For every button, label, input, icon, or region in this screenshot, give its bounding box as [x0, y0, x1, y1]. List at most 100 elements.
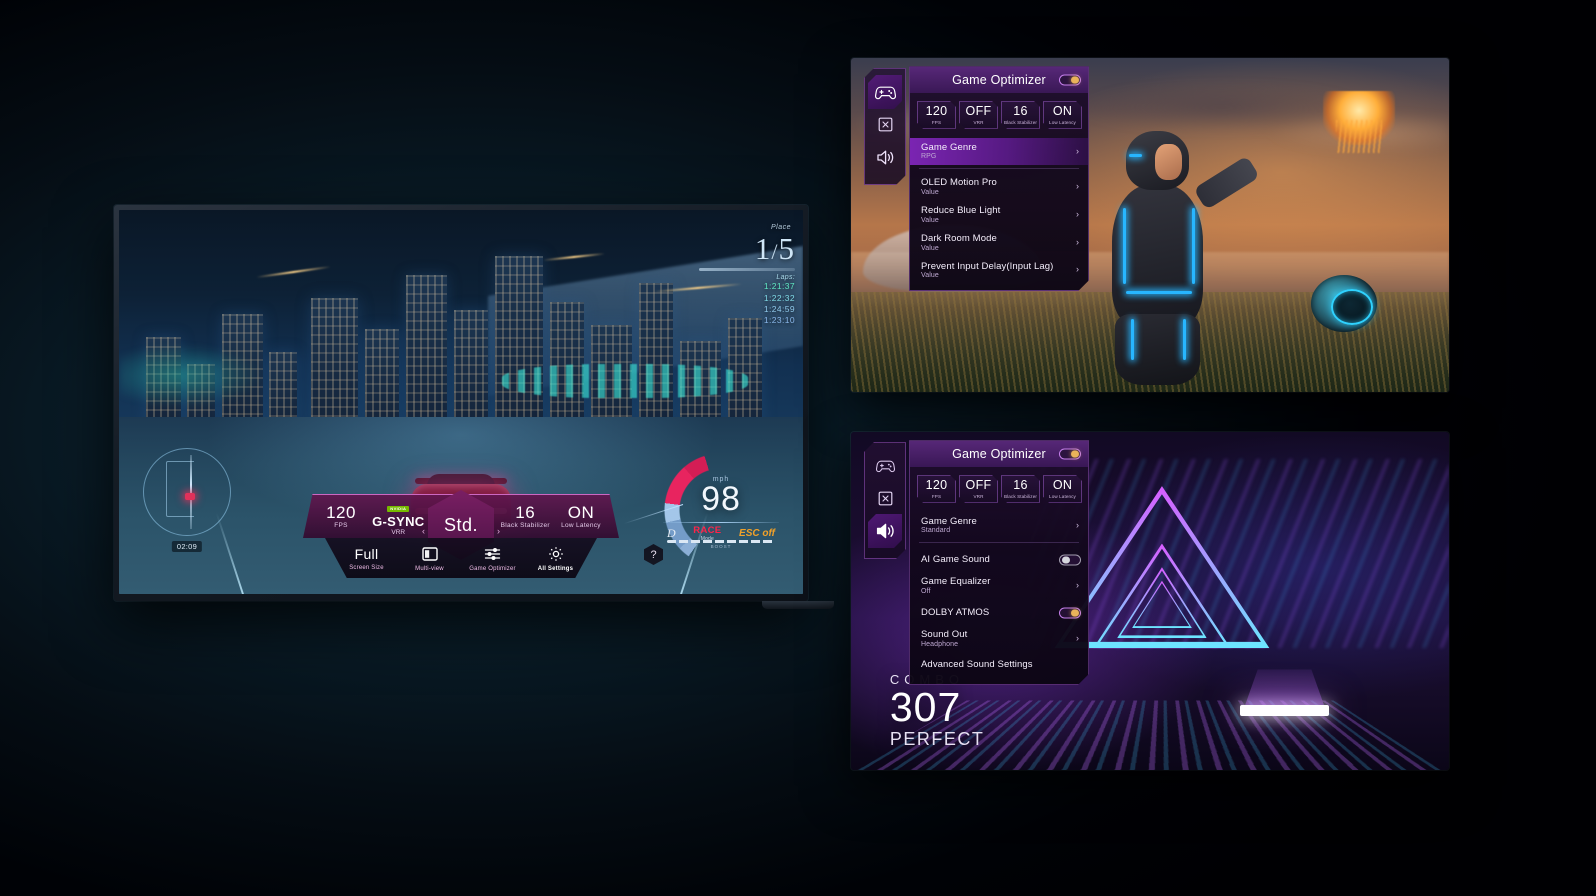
menu-item-dolby-atmos[interactable]: DOLBY ATMOS [910, 600, 1088, 625]
page-root: Place 1/5 Laps: 1:21:37 1:22:32 1:24:59 … [0, 0, 1596, 896]
chip-vrr-label: VRR [973, 119, 984, 125]
chip-fps-value: 120 [925, 104, 948, 118]
place-total: 5 [778, 231, 795, 266]
place-label: Place [770, 224, 791, 231]
rail-sound-button[interactable] [868, 140, 902, 174]
lap-time: 1:24:59 [763, 303, 795, 314]
menu-item-advanced-sound-settings[interactable]: Advanced Sound Settings [910, 653, 1088, 678]
rail-sound-button[interactable] [868, 514, 902, 548]
game-optimizer-menu: Game Optimizer 120 FPS OFF VRR 16 Black … [909, 66, 1089, 291]
lap-time: 1:21:37 [763, 281, 795, 292]
screen-size-button[interactable]: Full Screen Size [339, 546, 395, 571]
menu-item-reduce-blue-light[interactable]: Reduce Blue Light Value › [910, 201, 1088, 229]
dolby-atmos-toggle[interactable] [1059, 607, 1081, 618]
gb-ll-value: ON [567, 502, 595, 522]
chip-ll-label: Low Latency [1049, 493, 1076, 499]
chevron-right-icon: › [1076, 580, 1079, 591]
menu-item-title: OLED Motion Pro [921, 177, 997, 189]
chip-fps-label: FPS [931, 493, 942, 499]
chevron-right-icon: › [1076, 633, 1079, 643]
hud-divider [699, 268, 795, 272]
menu-divider [919, 168, 1079, 169]
game-bar: 120 FPS NVIDIA G-SYNC VRR 16 Black Stabi… [303, 490, 663, 580]
screen-size-value: Full [354, 545, 379, 562]
speaker-icon [876, 149, 895, 166]
gamepad-icon [876, 459, 895, 473]
menu-item-title: DOLBY ATMOS [921, 606, 990, 618]
nvidia-badge: NVIDIA [387, 505, 410, 512]
chip-fps[interactable]: 120 FPS [917, 475, 956, 503]
rail-picture-button[interactable] [875, 488, 896, 509]
drive-mode-value: RACE [693, 525, 722, 536]
fire-jellyfish [1323, 91, 1396, 145]
chevron-right-icon: › [1076, 519, 1079, 530]
status-chip-row: 120 FPS OFF VRR 16 Black Stabilizer ON L… [910, 467, 1088, 512]
chip-vrr-label: VRR [973, 493, 984, 499]
chip-fps[interactable]: 120 FPS [917, 101, 956, 129]
chevron-right-icon: › [1076, 209, 1079, 219]
neon-guardrail [502, 363, 749, 399]
chip-black-stabilizer[interactable]: 16 Black Stabilizer [1001, 101, 1040, 129]
game-optimizer-toggle[interactable] [1059, 75, 1081, 86]
menu-item-subtitle: Value [921, 244, 939, 252]
minimap: 02:09 [143, 448, 231, 552]
rail-picture-button[interactable] [875, 114, 896, 135]
menu-item-oled-motion-pro[interactable]: OLED Motion Pro Value › [910, 173, 1088, 201]
picture-mode-next-arrow[interactable]: › [497, 526, 500, 536]
menu-item-game-genre[interactable]: Game Genre RPG › [910, 138, 1088, 166]
game-optimizer-button[interactable]: Game Optimizer [465, 545, 521, 572]
gb-vrr: NVIDIA G-SYNC VRR [372, 497, 424, 536]
gb-black-stabilizer: 16 Black Stabilizer [501, 502, 550, 529]
picture-mode-prev-arrow[interactable]: ‹ [422, 526, 425, 536]
chip-black-stabilizer[interactable]: 16 Black Stabilizer [1001, 475, 1040, 503]
chevron-right-icon: › [1076, 236, 1079, 247]
screen-size-label: Screen Size [349, 564, 384, 571]
optimizer-rail [864, 442, 906, 559]
chip-low-latency[interactable]: ON Low Latency [1043, 475, 1082, 503]
judgement-text: PERFECT [889, 728, 985, 749]
chip-low-latency[interactable]: ON Low Latency [1043, 101, 1082, 129]
picture-mode-value: Std. [443, 514, 479, 535]
gear-indicator: D [667, 526, 676, 540]
drone-companion [1311, 275, 1378, 332]
rail-gamepad-button[interactable] [868, 75, 902, 109]
gb-ll-label: Low Latency [561, 522, 601, 530]
all-settings-button[interactable]: All Settings [528, 545, 584, 572]
menu-item-game-equalizer[interactable]: Game Equalizer Off › [910, 572, 1088, 600]
chip-ll-value: ON [1052, 104, 1073, 118]
all-settings-label: All Settings [537, 565, 574, 572]
chip-bs-label: Black Stabilizer [1003, 119, 1037, 125]
combo-value: 307 [889, 683, 962, 730]
menu-item-sound-out[interactable]: Sound Out Headphone › [910, 625, 1088, 653]
chevron-right-icon: › [1076, 264, 1079, 275]
menu-item-prevent-input-delay[interactable]: Prevent Input Delay(Input Lag) Value › [910, 257, 1088, 285]
rail-gamepad-button[interactable] [868, 449, 902, 483]
chip-ll-label: Low Latency [1049, 119, 1076, 125]
game-optimizer-title: Game Optimizer [952, 73, 1046, 87]
gb-bs-value: 16 [515, 502, 536, 522]
menu-item-subtitle: Value [921, 216, 939, 224]
gb-fps: 120 FPS [319, 503, 363, 529]
game-optimizer-header: Game Optimizer [910, 67, 1088, 93]
chevron-right-icon: › [1076, 181, 1079, 192]
gb-low-latency: ON Low Latency [559, 502, 603, 530]
game-optimizer-toggle[interactable] [1059, 449, 1081, 460]
rhythm-hit-bar [1239, 705, 1330, 716]
chip-fps-value: 120 [925, 478, 948, 492]
boost-label: BOOST [710, 544, 732, 549]
chip-vrr[interactable]: OFF VRR [959, 475, 998, 503]
roadside-foliage [119, 340, 270, 410]
menu-item-subtitle: Headphone [921, 640, 959, 648]
menu-item-ai-game-sound[interactable]: AI Game Sound [910, 547, 1088, 572]
speed-value: 98 [701, 480, 741, 518]
place-value: 1 [754, 231, 772, 266]
menu-item-dark-room-mode[interactable]: Dark Room Mode Value › [910, 229, 1088, 257]
menu-item-subtitle: Standard [921, 527, 951, 535]
menu-item-title: Sound Out [921, 629, 968, 641]
multi-view-button[interactable]: Multi-view [402, 545, 458, 572]
ai-game-sound-toggle[interactable] [1059, 554, 1081, 565]
optimizer-rail [864, 68, 906, 185]
menu-item-title: AI Game Sound [921, 553, 990, 565]
chip-vrr[interactable]: OFF VRR [959, 101, 998, 129]
menu-item-game-genre[interactable]: Game Genre Standard › [910, 512, 1088, 540]
